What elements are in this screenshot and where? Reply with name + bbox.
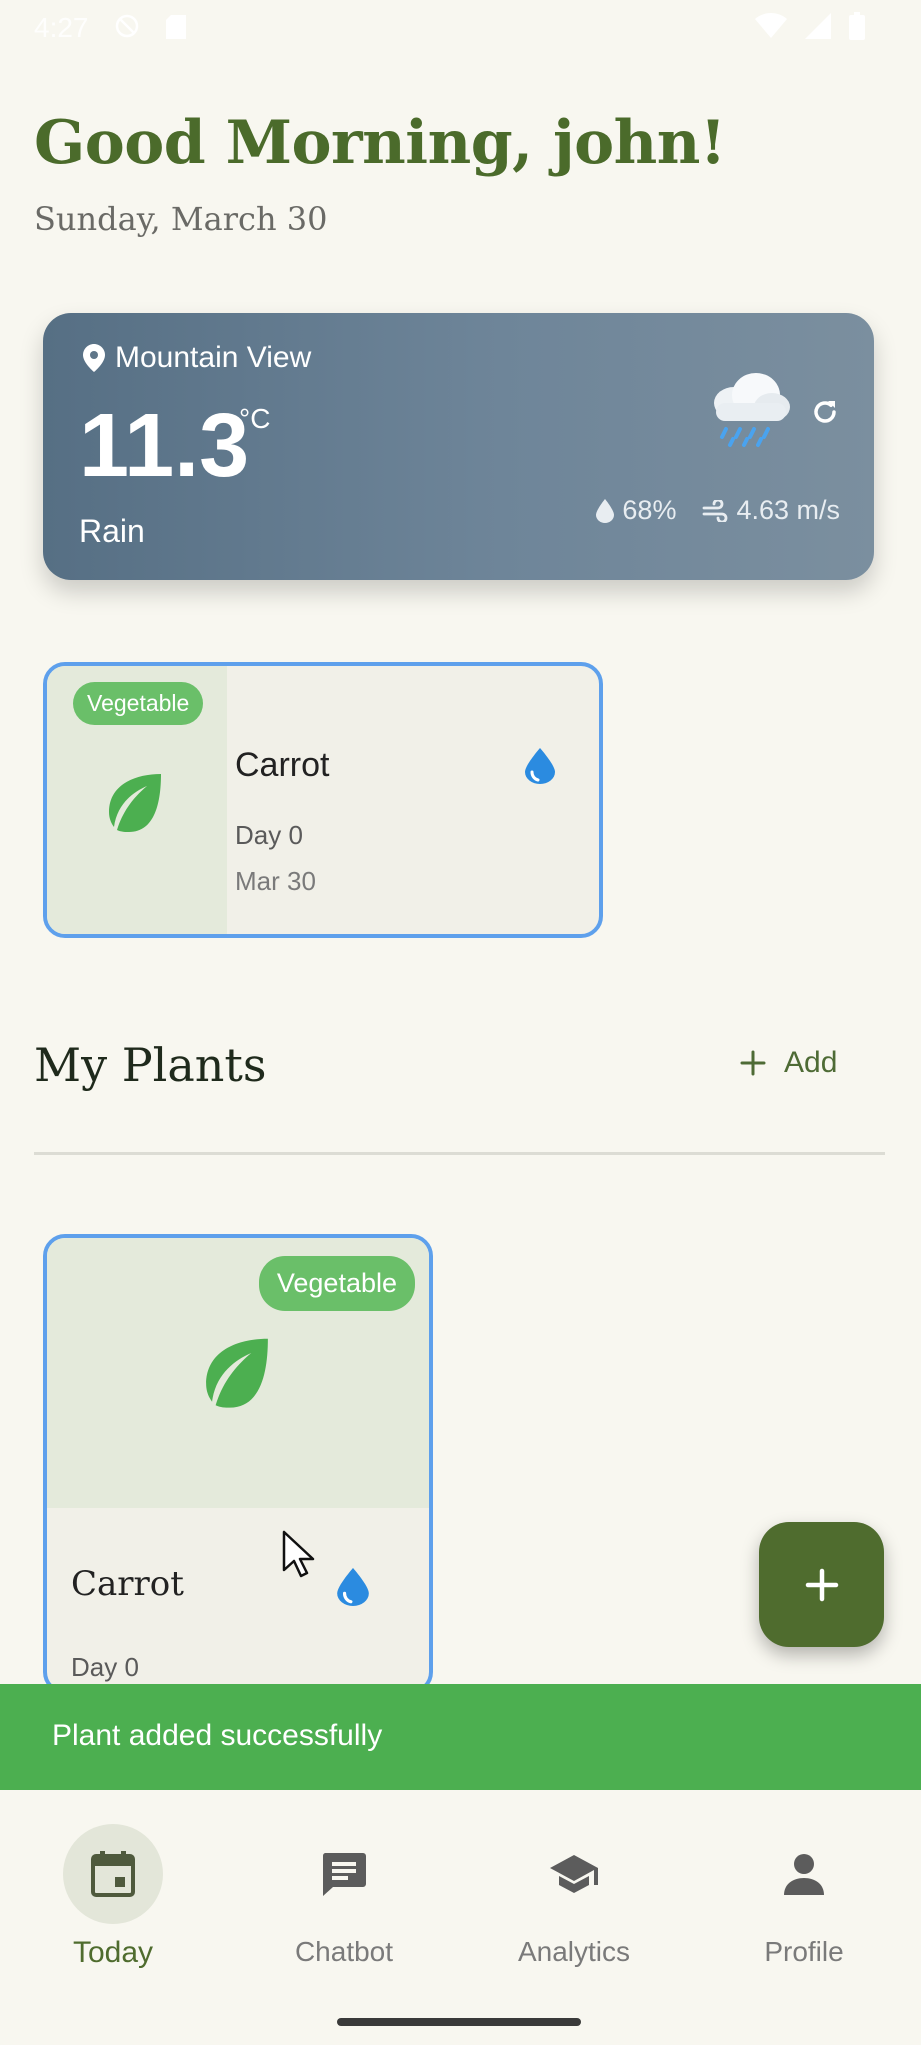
plant-date: Mar 30 (235, 866, 316, 896)
water-drop-icon[interactable] (337, 1568, 369, 1611)
weather-temperature: 11.3 (79, 396, 250, 496)
greeting-title: Good Morning, john! (34, 108, 726, 178)
add-plant-label: Add (784, 1046, 838, 1079)
plant-name: Carrot (71, 1564, 184, 1604)
leaf-icon (199, 1334, 275, 1415)
section-divider (34, 1152, 885, 1155)
wind-value: 4.63 m/s (736, 495, 840, 525)
add-plant-button[interactable]: Add (740, 1046, 837, 1080)
category-badge: Vegetable (258, 1256, 415, 1311)
nav-label: Analytics (517, 1936, 631, 1967)
plant-name: Carrot (235, 746, 330, 784)
do-not-disturb-icon (115, 14, 139, 38)
weather-card[interactable]: Mountain View 11.3 °C Rain 68% 4.63 m/s (43, 313, 874, 580)
school-icon (550, 1855, 598, 1893)
person-icon (784, 1854, 824, 1895)
current-date: Sunday, March 30 (34, 200, 328, 238)
leaf-icon (103, 770, 167, 839)
plant-day: Day 0 (71, 1652, 139, 1682)
nav-item-profile[interactable]: Profile (704, 1824, 904, 1968)
home-indicator[interactable] (337, 2018, 581, 2026)
water-drop-icon[interactable] (525, 748, 555, 789)
weather-condition: Rain (79, 513, 145, 549)
calendar-icon (91, 1851, 135, 1897)
nav-label: Chatbot (294, 1936, 394, 1967)
nav-item-today[interactable]: Today (13, 1824, 213, 1970)
battery-icon (849, 12, 865, 40)
mouse-cursor-icon (282, 1530, 316, 1583)
weather-stats: 68% 4.63 m/s (596, 495, 840, 526)
location-pin-icon (83, 344, 105, 372)
add-fab-button[interactable] (759, 1522, 884, 1647)
weather-location: Mountain View (83, 341, 311, 375)
nav-label: Profile (764, 1936, 844, 1967)
bottom-navigation: Today Chatbot Analytics Profile (0, 1790, 921, 2045)
status-bar: 4:27 (0, 0, 921, 56)
refresh-icon[interactable] (810, 397, 840, 432)
my-plants-title: My Plants (34, 1038, 267, 1092)
wind-icon (703, 499, 728, 522)
cell-signal-icon (805, 13, 831, 39)
snackbar-message: Plant added successfully (52, 1719, 383, 1752)
humidity-value: 68% (622, 495, 677, 525)
chat-icon (322, 1853, 366, 1896)
sd-card-icon (166, 15, 186, 39)
wifi-icon (755, 13, 787, 38)
droplet-icon (596, 498, 615, 523)
weather-location-label: Mountain View (115, 341, 312, 374)
nav-item-analytics[interactable]: Analytics (474, 1824, 674, 1968)
rain-cloud-icon (706, 369, 792, 454)
nav-item-chatbot[interactable]: Chatbot (244, 1824, 444, 1968)
today-plant-card[interactable]: Vegetable Carrot Day 0 Mar 30 (43, 662, 603, 938)
plant-card[interactable]: Vegetable Carrot Day 0 (43, 1234, 433, 1694)
snackbar: Plant added successfully (0, 1684, 921, 1790)
plant-day: Day 0 (235, 820, 303, 850)
weather-unit: °C (239, 403, 271, 434)
plus-icon (805, 1568, 838, 1601)
nav-label: Today (72, 1936, 154, 1969)
category-badge: Vegetable (73, 682, 204, 725)
status-time: 4:27 (34, 12, 89, 43)
plus-icon (740, 1050, 766, 1076)
